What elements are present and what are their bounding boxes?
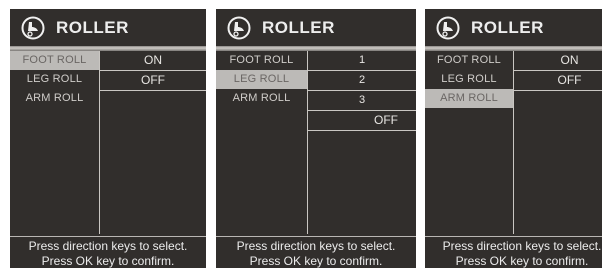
foot-roller-icon xyxy=(227,16,251,40)
menu-item-arm-roll[interactable]: ARM ROLL xyxy=(10,89,99,108)
footer-divider xyxy=(425,236,602,237)
hint-confirm: Press OK key to confirm. xyxy=(455,254,589,268)
option-list: ON OFF xyxy=(100,51,206,234)
option-on[interactable]: ON xyxy=(100,51,206,71)
instruction-text: Press direction keys to select. Press OK… xyxy=(425,239,602,268)
panel-title: ROLLER xyxy=(262,18,335,37)
footer-divider xyxy=(216,236,416,237)
foot-roller-icon xyxy=(21,16,45,40)
panel-header: ROLLER xyxy=(10,9,206,46)
hint-select: Press direction keys to select. xyxy=(28,239,188,253)
panel-title: ROLLER xyxy=(471,18,544,37)
menu-item-foot-roll[interactable]: FOOT ROLL xyxy=(10,51,99,70)
menu-item-foot-roll[interactable]: FOOT ROLL xyxy=(425,51,513,70)
hint-select: Press direction keys to select. xyxy=(236,239,396,253)
instruction-text: Press direction keys to select. Press OK… xyxy=(10,239,206,268)
panel-header: ROLLER xyxy=(425,9,602,46)
hint-confirm: Press OK key to confirm. xyxy=(249,254,383,268)
menu-item-foot-roll[interactable]: FOOT ROLL xyxy=(216,51,307,70)
option-level-2[interactable]: 2 xyxy=(308,71,416,91)
roller-panel-leg: ROLLER FOOT ROLL LEG ROLL ARM ROLL 1 2 3… xyxy=(216,9,416,268)
roll-menu: FOOT ROLL LEG ROLL ARM ROLL xyxy=(425,51,514,234)
panel-header: ROLLER xyxy=(216,9,416,46)
footer-divider xyxy=(10,236,206,237)
instruction-text: Press direction keys to select. Press OK… xyxy=(216,239,416,268)
menu-item-leg-roll[interactable]: LEG ROLL xyxy=(425,70,513,89)
panel-title: ROLLER xyxy=(56,18,129,37)
option-level-3[interactable]: 3 xyxy=(308,91,416,111)
menu-item-leg-roll[interactable]: LEG ROLL xyxy=(10,70,99,89)
option-list: 1 2 3 OFF xyxy=(308,51,416,234)
option-list: ON OFF xyxy=(514,51,602,234)
foot-roller-icon xyxy=(436,16,460,40)
hint-select: Press direction keys to select. xyxy=(442,239,602,253)
option-off[interactable]: OFF xyxy=(100,71,206,91)
hint-confirm: Press OK key to confirm. xyxy=(41,254,175,268)
roller-panel-foot: ROLLER FOOT ROLL LEG ROLL ARM ROLL ON OF… xyxy=(10,9,206,268)
roll-menu: FOOT ROLL LEG ROLL ARM ROLL xyxy=(216,51,308,234)
roller-panel-arm: ROLLER FOOT ROLL LEG ROLL ARM ROLL ON OF… xyxy=(425,9,602,268)
option-on[interactable]: ON xyxy=(514,51,602,71)
roll-menu: FOOT ROLL LEG ROLL ARM ROLL xyxy=(10,51,100,234)
menu-item-leg-roll[interactable]: LEG ROLL xyxy=(216,70,307,89)
option-off[interactable]: OFF xyxy=(308,111,416,131)
option-off[interactable]: OFF xyxy=(514,71,602,91)
option-level-1[interactable]: 1 xyxy=(308,51,416,71)
menu-item-arm-roll[interactable]: ARM ROLL xyxy=(216,89,307,108)
menu-item-arm-roll[interactable]: ARM ROLL xyxy=(425,89,513,108)
